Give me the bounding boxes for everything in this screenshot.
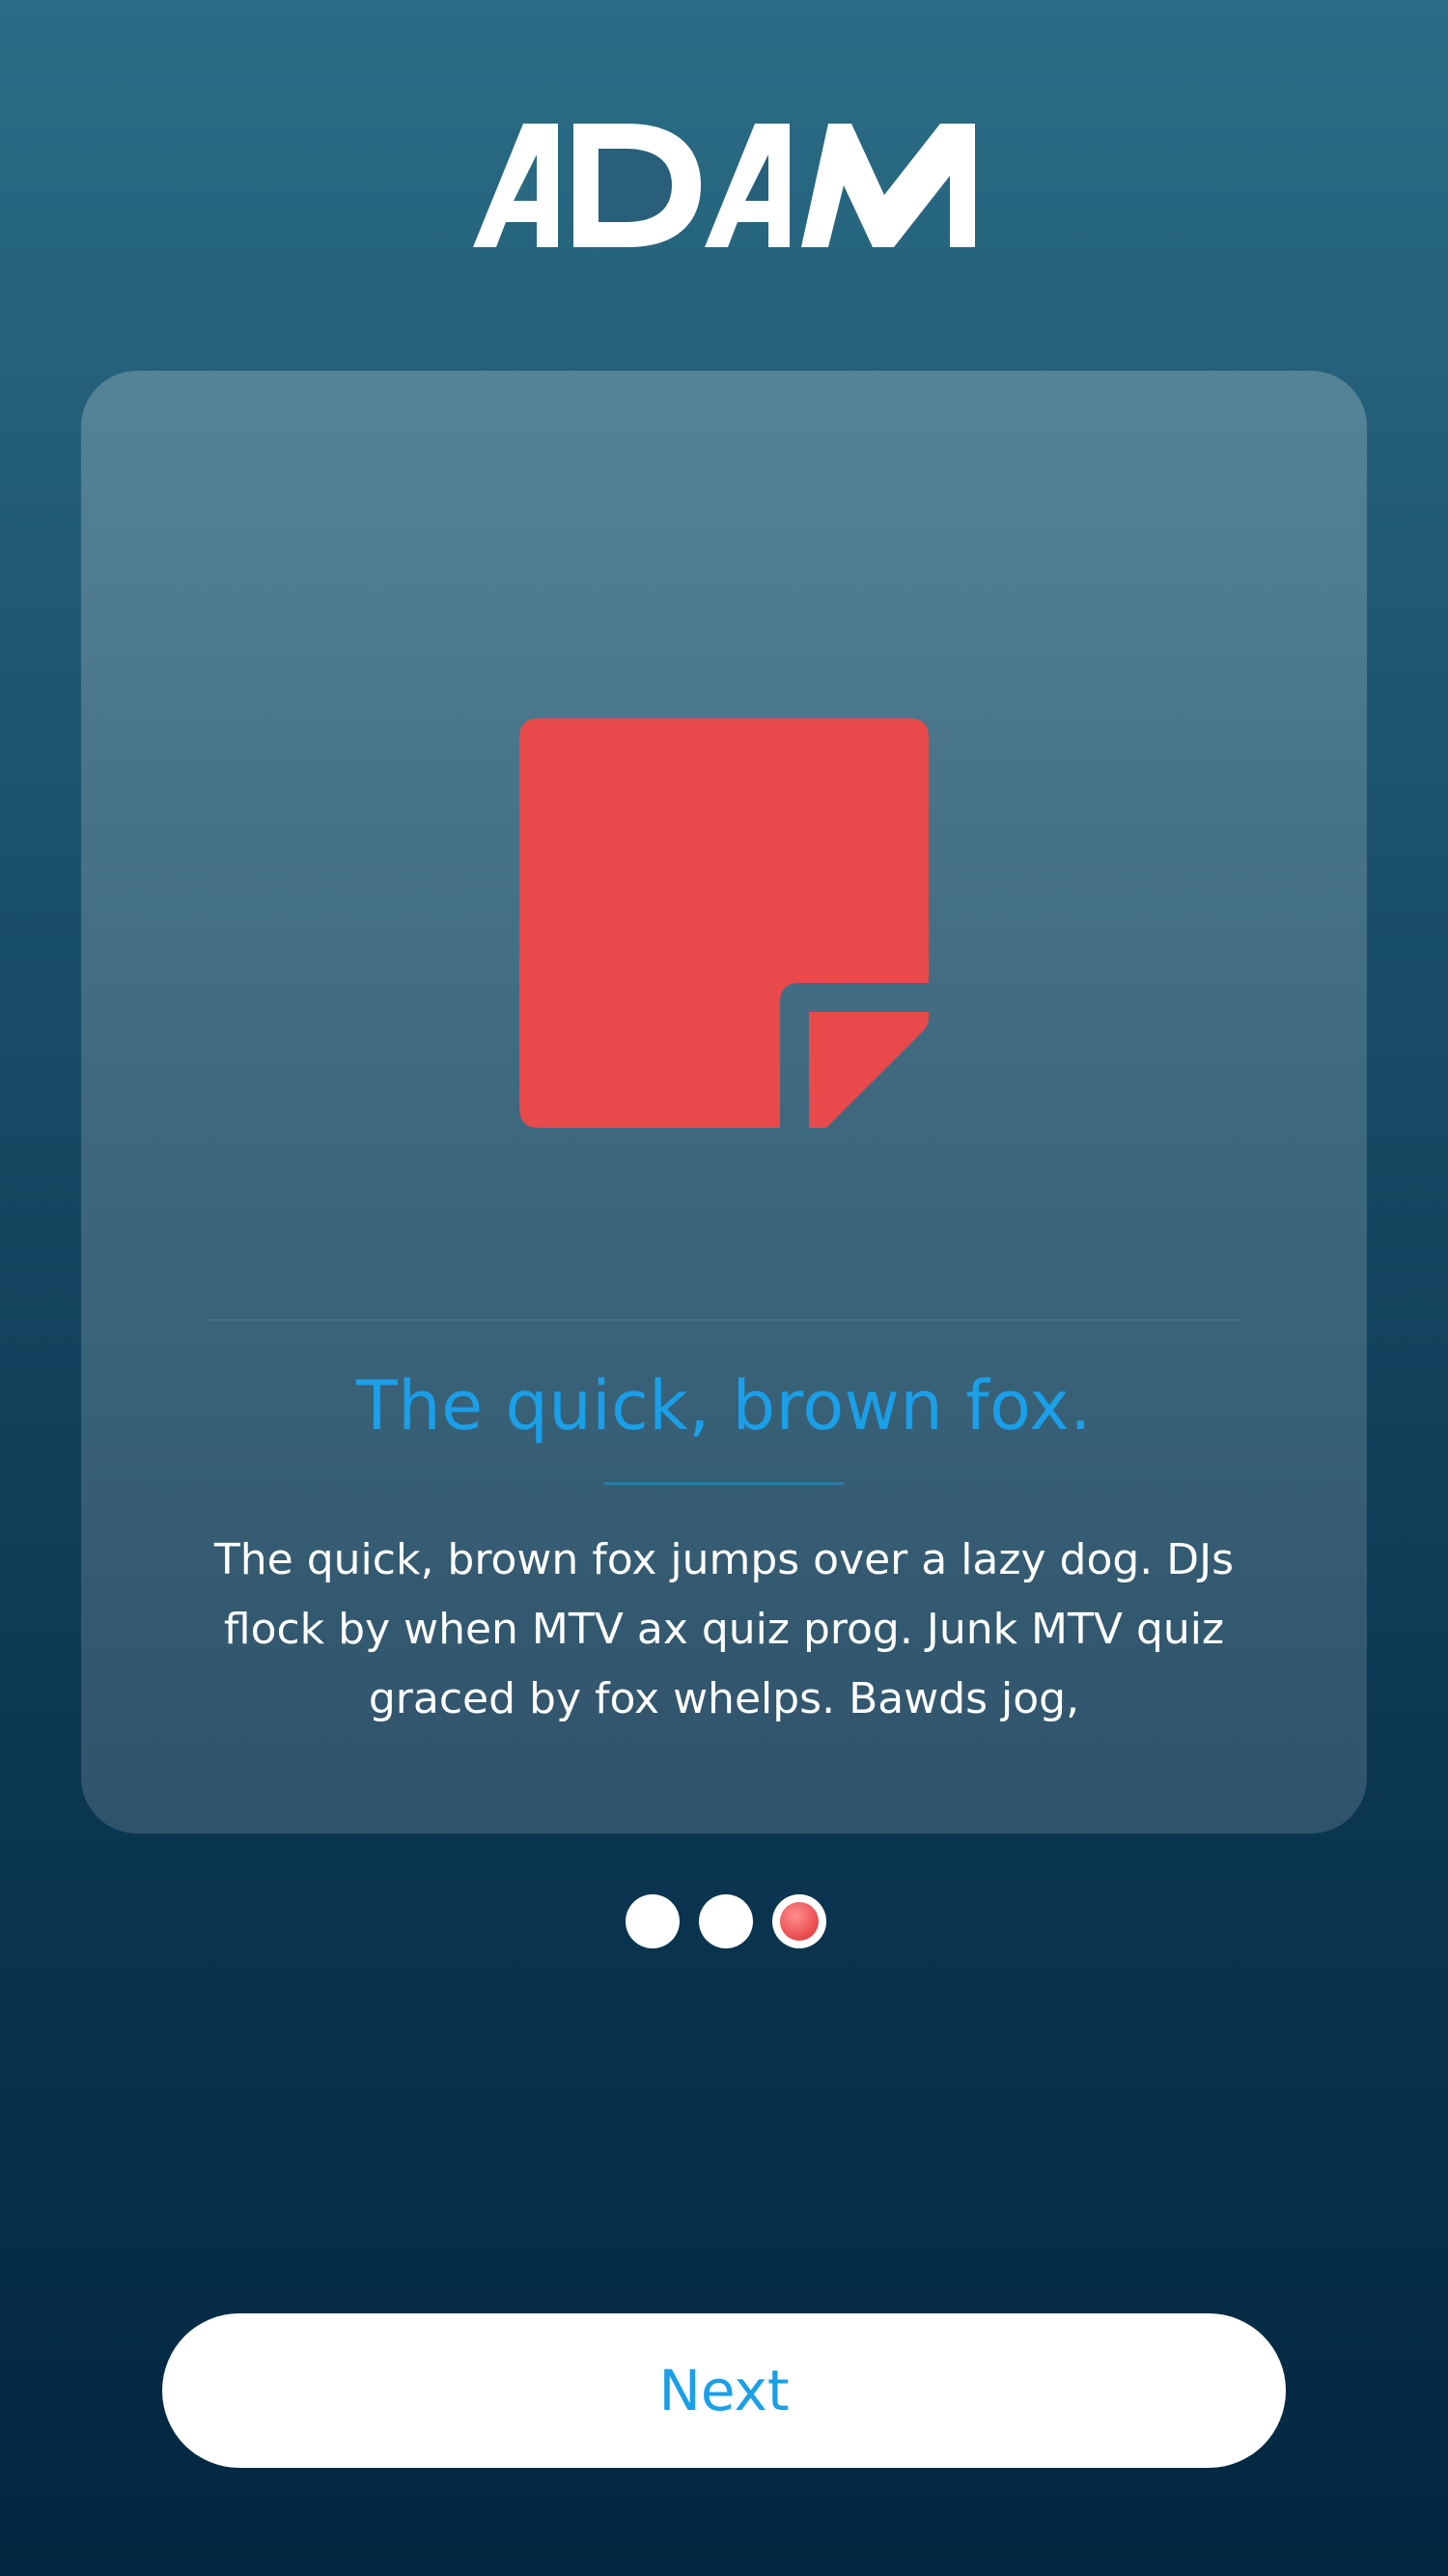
note-icon [519, 718, 929, 1128]
card-title: The quick, brown fox. [355, 1366, 1093, 1445]
app-logo [473, 116, 975, 251]
divider [207, 1319, 1241, 1321]
adam-logo-icon [473, 124, 975, 247]
onboarding-card: The quick, brown fox. The quick, brown f… [81, 371, 1367, 1834]
next-button[interactable]: Next [162, 2313, 1286, 2468]
page-dot-2[interactable] [699, 1894, 753, 1948]
page-indicator [626, 1894, 826, 1948]
title-underline [604, 1482, 844, 1485]
page-dot-3-active[interactable] [772, 1894, 826, 1948]
card-description: The quick, brown fox jumps over a lazy d… [213, 1535, 1235, 1723]
page-dot-1[interactable] [626, 1894, 680, 1948]
